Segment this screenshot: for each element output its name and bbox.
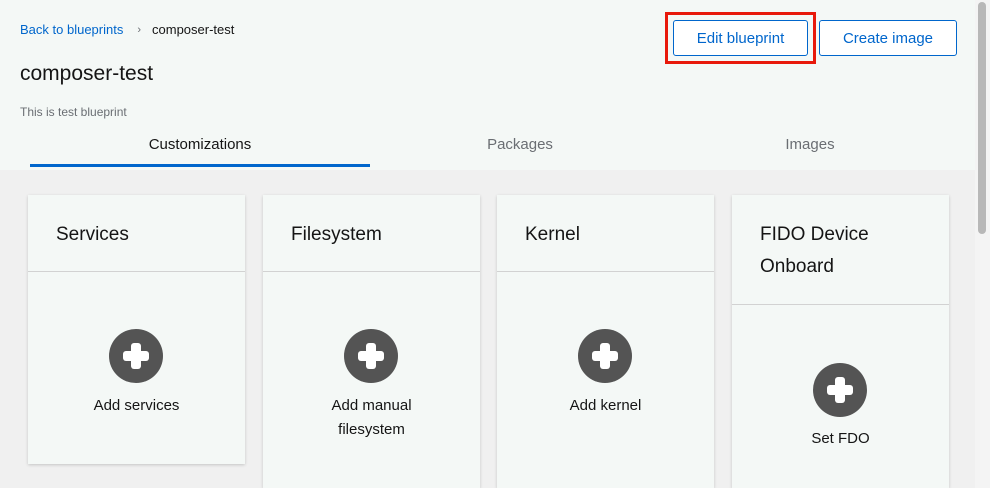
set-fdo-label[interactable]: Set FDO (732, 427, 949, 451)
filesystem-card: Filesystem Add manual filesystem (263, 195, 480, 488)
card-divider (732, 304, 949, 305)
scrollbar-thumb[interactable] (978, 2, 986, 234)
card-title: Filesystem (291, 224, 382, 245)
services-card: Services Add services (28, 195, 245, 464)
kernel-card: Kernel Add kernel (497, 195, 714, 488)
plus-circle-icon[interactable] (344, 329, 398, 383)
tab-customizations[interactable]: Customizations (30, 130, 370, 168)
customizations-panel: Services Add services Filesystem Add man… (0, 170, 975, 488)
breadcrumb-current: composer-test (152, 22, 235, 37)
card-title: Kernel (525, 224, 580, 245)
add-services-label[interactable]: Add services (28, 394, 245, 418)
plus-circle-icon[interactable] (578, 329, 632, 383)
card-divider (28, 271, 245, 272)
back-to-blueprints-link[interactable]: Back to blueprints (20, 22, 123, 37)
fdo-card: FIDO Device Onboard Set FDO (732, 195, 949, 488)
tab-packages[interactable]: Packages (350, 130, 690, 168)
page-title: composer-test (20, 62, 154, 85)
plus-circle-icon[interactable] (813, 363, 867, 417)
page-description: This is test blueprint (20, 105, 127, 119)
card-divider (497, 271, 714, 272)
tab-bar: Customizations Packages Images (30, 130, 956, 168)
page-header: Back to blueprints › composer-test compo… (0, 0, 975, 170)
card-title: Services (56, 224, 129, 245)
add-manual-filesystem-label[interactable]: Add manual filesystem (313, 394, 430, 442)
vertical-scrollbar[interactable] (975, 0, 990, 488)
angle-right-icon: › (137, 23, 142, 36)
plus-circle-icon[interactable] (109, 329, 163, 383)
tab-images[interactable]: Images (640, 130, 980, 168)
create-image-button[interactable]: Create image (819, 20, 957, 56)
breadcrumb: Back to blueprints › composer-test (20, 22, 234, 37)
add-kernel-label[interactable]: Add kernel (497, 394, 714, 418)
edit-blueprint-button[interactable]: Edit blueprint (673, 20, 808, 56)
card-divider (263, 271, 480, 272)
active-tab-indicator (30, 164, 370, 167)
card-title: FIDO Device Onboard (760, 224, 869, 277)
